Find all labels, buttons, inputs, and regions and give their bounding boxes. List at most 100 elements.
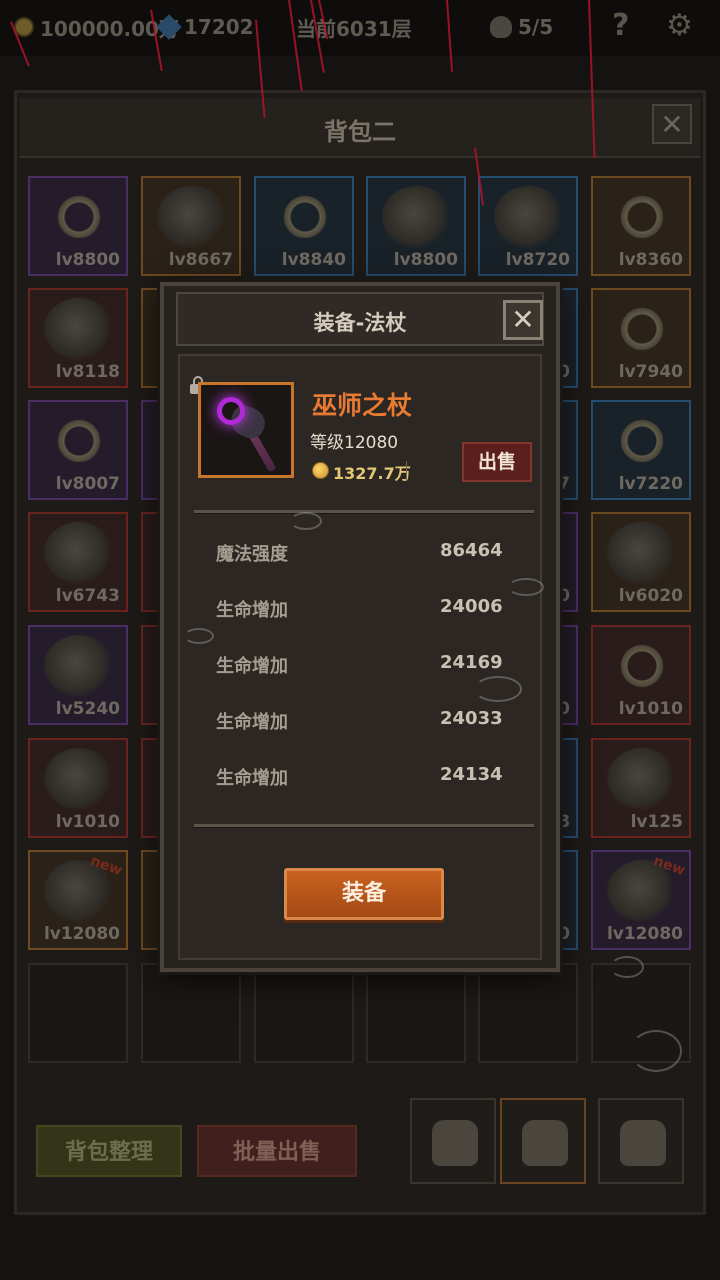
- stat-name: 魔法强度: [216, 544, 288, 565]
- sell-button[interactable]: 出售: [462, 442, 532, 482]
- inventory-slot-empty[interactable]: [366, 963, 466, 1063]
- slot-level: lv8800: [55, 250, 120, 270]
- inventory-slot[interactable]: new lv12080: [591, 850, 691, 950]
- inventory-slot[interactable]: lv125: [591, 738, 691, 838]
- top-bar: 100000.00万 17202 当前6031层 5/5 ? ⚙: [0, 0, 720, 56]
- stat-name: 生命增加: [216, 600, 288, 621]
- inventory-slot-empty[interactable]: [28, 963, 128, 1063]
- inventory-slot[interactable]: lv1010: [28, 738, 128, 838]
- bulk-sell-button[interactable]: 批量出售: [197, 1125, 357, 1177]
- inventory-slot[interactable]: lv7220: [591, 400, 691, 500]
- help-icon[interactable]: ?: [612, 8, 629, 43]
- inventory-slot[interactable]: lv8360: [591, 176, 691, 276]
- slot-level: lv8007: [55, 474, 120, 494]
- kill-counter: 5/5: [490, 12, 553, 42]
- inventory-slot[interactable]: lv8800: [366, 176, 466, 276]
- inventory-slot[interactable]: lv5240: [28, 625, 128, 725]
- inventory-slot[interactable]: lv6743: [28, 512, 128, 612]
- bag-tab-1[interactable]: [410, 1098, 496, 1184]
- ring-icon: [607, 298, 677, 360]
- dialog-header: 装备-法杖: [176, 292, 544, 346]
- stat-value: 86464: [440, 540, 503, 561]
- inventory-slot-empty[interactable]: [141, 963, 241, 1063]
- inventory-slot-empty[interactable]: [254, 963, 354, 1063]
- ring-icon: [44, 410, 114, 472]
- slot-level: lv7940: [618, 362, 683, 382]
- staff-icon: [217, 397, 245, 425]
- inventory-slot[interactable]: lv1010: [591, 625, 691, 725]
- amulet-icon: [494, 186, 564, 248]
- inventory-slot-empty[interactable]: [478, 963, 578, 1063]
- divider: [194, 510, 534, 514]
- stat-value: 24033: [440, 708, 503, 729]
- equip-button[interactable]: 装备: [284, 868, 444, 920]
- stat-row: 生命增加 24169: [216, 652, 516, 682]
- dialog-title: 装备-法杖: [313, 311, 407, 335]
- gem-counter: 17202: [156, 12, 254, 42]
- stat-name: 生命增加: [216, 768, 288, 789]
- slot-level: lv8840: [281, 250, 346, 270]
- stat-row: 生命增加 24134: [216, 764, 516, 794]
- slot-level: lv1010: [618, 699, 683, 719]
- slot-level: lv8800: [393, 250, 458, 270]
- stat-name: 生命增加: [216, 656, 288, 677]
- wind-swirl: [184, 628, 214, 644]
- kill-value: 5/5: [518, 15, 554, 39]
- bag-close-button[interactable]: ✕: [652, 104, 692, 144]
- wing-icon: [44, 748, 114, 810]
- slot-level: lv1010: [55, 812, 120, 832]
- bag-tab-2[interactable]: [500, 1098, 586, 1184]
- ring-icon: [607, 635, 677, 697]
- wind-swirl: [508, 578, 544, 596]
- stat-value: 24134: [440, 764, 503, 785]
- bag-title: 背包二: [324, 118, 396, 146]
- slot-level: lv125: [630, 812, 683, 832]
- equipment-dialog: 装备-法杖 ✕ 巫师之杖 等级12080 1327.7万 出售 魔法强度 864…: [160, 282, 560, 972]
- stat-row: 生命增加 24006: [216, 596, 516, 626]
- slot-level: lv12080: [43, 924, 120, 944]
- cloak-icon: [44, 298, 114, 360]
- stat-row: 生命增加 24033: [216, 708, 516, 738]
- gauntlet-icon: [607, 748, 677, 810]
- stat-row: 魔法强度 86464: [216, 540, 516, 570]
- slot-level: lv6743: [55, 586, 120, 606]
- inventory-slot[interactable]: lv8800: [28, 176, 128, 276]
- gem-value: 17202: [184, 15, 254, 39]
- sword-icon: [44, 635, 114, 697]
- inventory-slot[interactable]: lv8118: [28, 288, 128, 388]
- price-separator: [406, 461, 407, 481]
- bag-tab-3[interactable]: [598, 1098, 684, 1184]
- ring-icon: [607, 186, 677, 248]
- slot-level: lv6020: [618, 586, 683, 606]
- divider: [194, 824, 534, 828]
- stat-value: 24006: [440, 596, 503, 617]
- inventory-slot[interactable]: lv7940: [591, 288, 691, 388]
- ring-icon: [44, 186, 114, 248]
- slot-level: lv7220: [618, 474, 683, 494]
- item-price: 1327.7万: [333, 464, 411, 483]
- cloak-icon: [382, 186, 452, 248]
- inventory-slot[interactable]: lv8720: [478, 176, 578, 276]
- stat-value: 24169: [440, 652, 503, 673]
- backpack-icon: [522, 1120, 568, 1166]
- shoulder-armor-icon: [44, 522, 114, 584]
- dialog-close-button[interactable]: ✕: [503, 300, 543, 340]
- inventory-slot[interactable]: lv6020: [591, 512, 691, 612]
- sort-bag-button[interactable]: 背包整理: [36, 1125, 182, 1177]
- slot-level: lv8720: [505, 250, 570, 270]
- bag-header: 背包二: [20, 98, 700, 158]
- slot-level: lv8118: [55, 362, 120, 382]
- inventory-slot[interactable]: new lv12080: [28, 850, 128, 950]
- backpack-icon: [432, 1120, 478, 1166]
- wind-swirl: [630, 1030, 682, 1072]
- item-portrait: [198, 382, 294, 478]
- slot-level: lv8667: [168, 250, 233, 270]
- slot-level: lv8360: [618, 250, 683, 270]
- inventory-slot[interactable]: lv8667: [141, 176, 241, 276]
- item-name: 巫师之杖: [312, 391, 413, 420]
- inventory-slot[interactable]: lv8007: [28, 400, 128, 500]
- settings-icon[interactable]: ⚙: [666, 8, 693, 43]
- inventory-slot[interactable]: lv8840: [254, 176, 354, 276]
- slot-level: lv5240: [55, 699, 120, 719]
- skull-icon: [490, 16, 512, 38]
